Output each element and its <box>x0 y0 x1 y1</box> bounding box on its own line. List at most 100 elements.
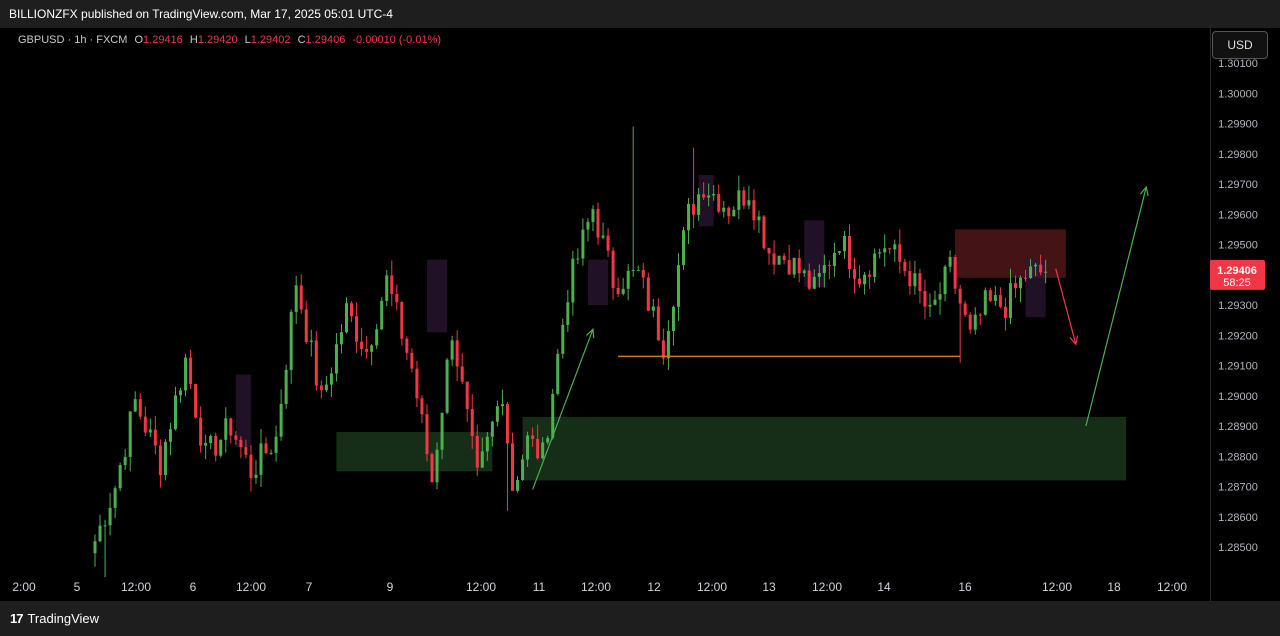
candle-body <box>848 235 851 270</box>
candle-body <box>1008 283 1012 318</box>
candle-body <box>581 229 585 259</box>
demand-zone <box>522 416 1127 481</box>
candle-body <box>234 435 238 440</box>
candle-body <box>133 399 137 412</box>
candle-body <box>702 194 706 198</box>
candle-body <box>1029 266 1033 279</box>
candle-body <box>682 230 686 266</box>
candle-body <box>143 416 147 433</box>
candle-body <box>727 207 731 217</box>
candle-body <box>732 209 736 217</box>
candle-body <box>656 306 660 341</box>
candle-body <box>777 255 781 265</box>
candle-body <box>792 257 796 275</box>
candle-body <box>676 265 680 307</box>
candle-body <box>465 381 469 410</box>
candle-body <box>214 435 218 456</box>
candle-body <box>1003 306 1007 318</box>
price-tick-label: 1.28700 <box>1218 482 1258 494</box>
candlestick-chart[interactable]: 1.30100 1.30000 1.29900 1.29800 1.29700 1.296… <box>0 0 1280 601</box>
candle-body <box>118 465 122 489</box>
candle-body <box>93 541 97 554</box>
candle-body <box>918 273 922 292</box>
arrow-down <box>1055 268 1077 345</box>
candle-body <box>782 255 786 260</box>
candle-body <box>973 314 977 330</box>
candle-body <box>646 277 650 311</box>
candle-body <box>440 412 444 450</box>
candle-body <box>611 250 615 288</box>
candle-body <box>898 244 902 262</box>
time-tick-label: 2:00 <box>12 580 36 594</box>
price-tick-label: 1.29300 <box>1218 300 1258 312</box>
tradingview-logo[interactable]: 17 TradingView <box>10 611 99 626</box>
time-tick-label: 11 <box>533 580 546 594</box>
ohlc-legend: GBPUSD · 1h · FXCM O1.29416 H1.29420 L1.… <box>18 34 441 46</box>
candle-body <box>385 275 389 301</box>
candle-body <box>737 190 741 210</box>
candle-body <box>631 269 635 271</box>
candle-body <box>802 270 806 274</box>
time-tick-label: 14 <box>877 580 891 594</box>
candle-body <box>1044 271 1048 273</box>
candle-body <box>189 357 193 385</box>
candle-body <box>455 340 459 367</box>
candle-body <box>355 316 359 342</box>
candle-body <box>873 253 877 277</box>
candle-body <box>822 265 826 274</box>
candle-body <box>128 411 132 457</box>
candle-body <box>832 252 836 267</box>
candle-body <box>405 338 409 353</box>
candle-body <box>1034 264 1038 267</box>
candle-body <box>878 252 882 254</box>
candle-body <box>566 302 570 325</box>
candle-body <box>807 270 811 289</box>
candle-body <box>490 421 494 437</box>
brand-label: TradingView <box>27 611 100 626</box>
candle-body <box>636 269 640 271</box>
candle-body <box>641 269 645 278</box>
candle-body <box>817 273 821 277</box>
candle-body <box>606 235 610 251</box>
candle-body <box>692 203 696 215</box>
candle-body <box>249 454 253 479</box>
currency-button[interactable]: USD <box>1212 31 1268 59</box>
candle-body <box>576 258 580 260</box>
price-tick-label: 1.30000 <box>1218 88 1258 100</box>
candle-body <box>717 194 721 212</box>
price-tick-label: 1.28900 <box>1218 421 1258 433</box>
candle-body <box>742 190 746 206</box>
candle-body <box>651 306 655 311</box>
price-tick-label: 1.29900 <box>1218 119 1258 131</box>
price-tick-label: 1.29800 <box>1218 149 1258 161</box>
candle-body <box>978 314 982 316</box>
price-tick-label: 1.28800 <box>1218 451 1258 463</box>
box <box>235 374 251 448</box>
candle-body <box>204 442 208 446</box>
time-tick-label: 5 <box>74 580 81 594</box>
candle-body <box>888 248 892 250</box>
candle-body <box>415 368 419 399</box>
candle-body <box>953 257 957 289</box>
candle-body <box>762 216 766 248</box>
price-tick-label: 1.30100 <box>1218 58 1258 70</box>
candle-body <box>350 303 354 317</box>
candle-body <box>380 300 384 330</box>
candle-body <box>671 306 675 331</box>
price-tick-label: 1.29000 <box>1218 391 1258 403</box>
candle-body <box>194 384 198 418</box>
candle-body <box>199 417 203 446</box>
candle-body <box>531 435 535 439</box>
close-label: C <box>297 34 306 46</box>
candle-body <box>294 285 298 312</box>
time-tick-label: 6 <box>190 580 197 594</box>
candle-body <box>324 384 328 391</box>
candle-body <box>224 418 228 440</box>
candle-body <box>948 257 952 267</box>
time-tick-label: 18 <box>1107 580 1121 594</box>
candle-body <box>400 302 404 339</box>
candle-body <box>958 288 962 304</box>
candle-body <box>485 436 489 452</box>
candle-body <box>375 329 379 346</box>
candle-body <box>420 398 424 415</box>
